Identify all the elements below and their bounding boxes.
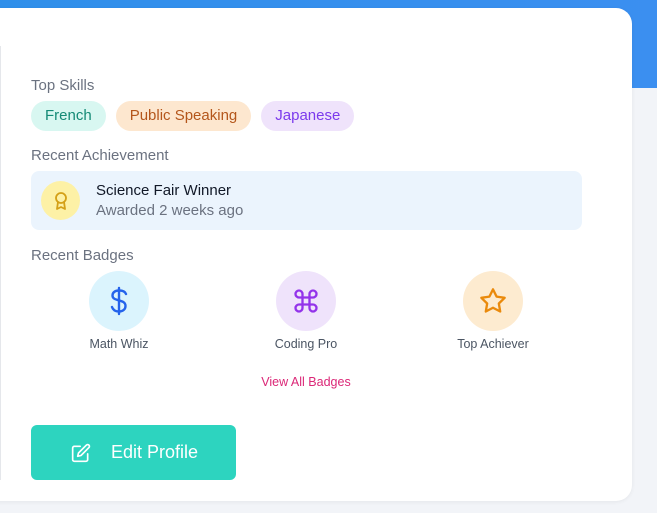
recent-achievement-heading: Recent Achievement (31, 147, 169, 164)
skills-list: French Public Speaking Japanese (31, 101, 355, 131)
badge-label: Top Achiever (457, 337, 529, 351)
view-all-badges-link[interactable]: View All Badges (0, 375, 632, 389)
dollar-icon (89, 271, 149, 331)
achievement-card[interactable]: Science Fair Winner Awarded 2 weeks ago (31, 171, 582, 230)
profile-card: Top Skills French Public Speaking Japane… (0, 8, 632, 501)
badge-label: Coding Pro (274, 337, 338, 351)
command-icon (276, 271, 336, 331)
badge-math-whiz[interactable]: Math Whiz (49, 271, 189, 351)
edit-profile-button[interactable]: Edit Profile (31, 425, 236, 480)
recent-badges-heading: Recent Badges (31, 247, 134, 264)
skill-chip-japanese[interactable]: Japanese (261, 101, 355, 131)
badge-label: Math Whiz (89, 337, 149, 351)
achievement-subtitle: Awarded 2 weeks ago (96, 202, 244, 219)
star-icon (463, 271, 523, 331)
skill-chip-french[interactable]: French (31, 101, 106, 131)
badge-coding-pro[interactable]: Coding Pro (236, 271, 376, 351)
badge-top-achiever[interactable]: Top Achiever (423, 271, 563, 351)
vertical-divider (0, 46, 1, 480)
top-skills-heading: Top Skills (31, 77, 95, 94)
edit-profile-label: Edit Profile (111, 442, 199, 462)
achievement-title: Science Fair Winner (96, 182, 232, 199)
skill-chip-public-speaking[interactable]: Public Speaking (115, 101, 252, 131)
edit-icon (71, 443, 91, 463)
award-ribbon-icon (41, 181, 80, 220)
